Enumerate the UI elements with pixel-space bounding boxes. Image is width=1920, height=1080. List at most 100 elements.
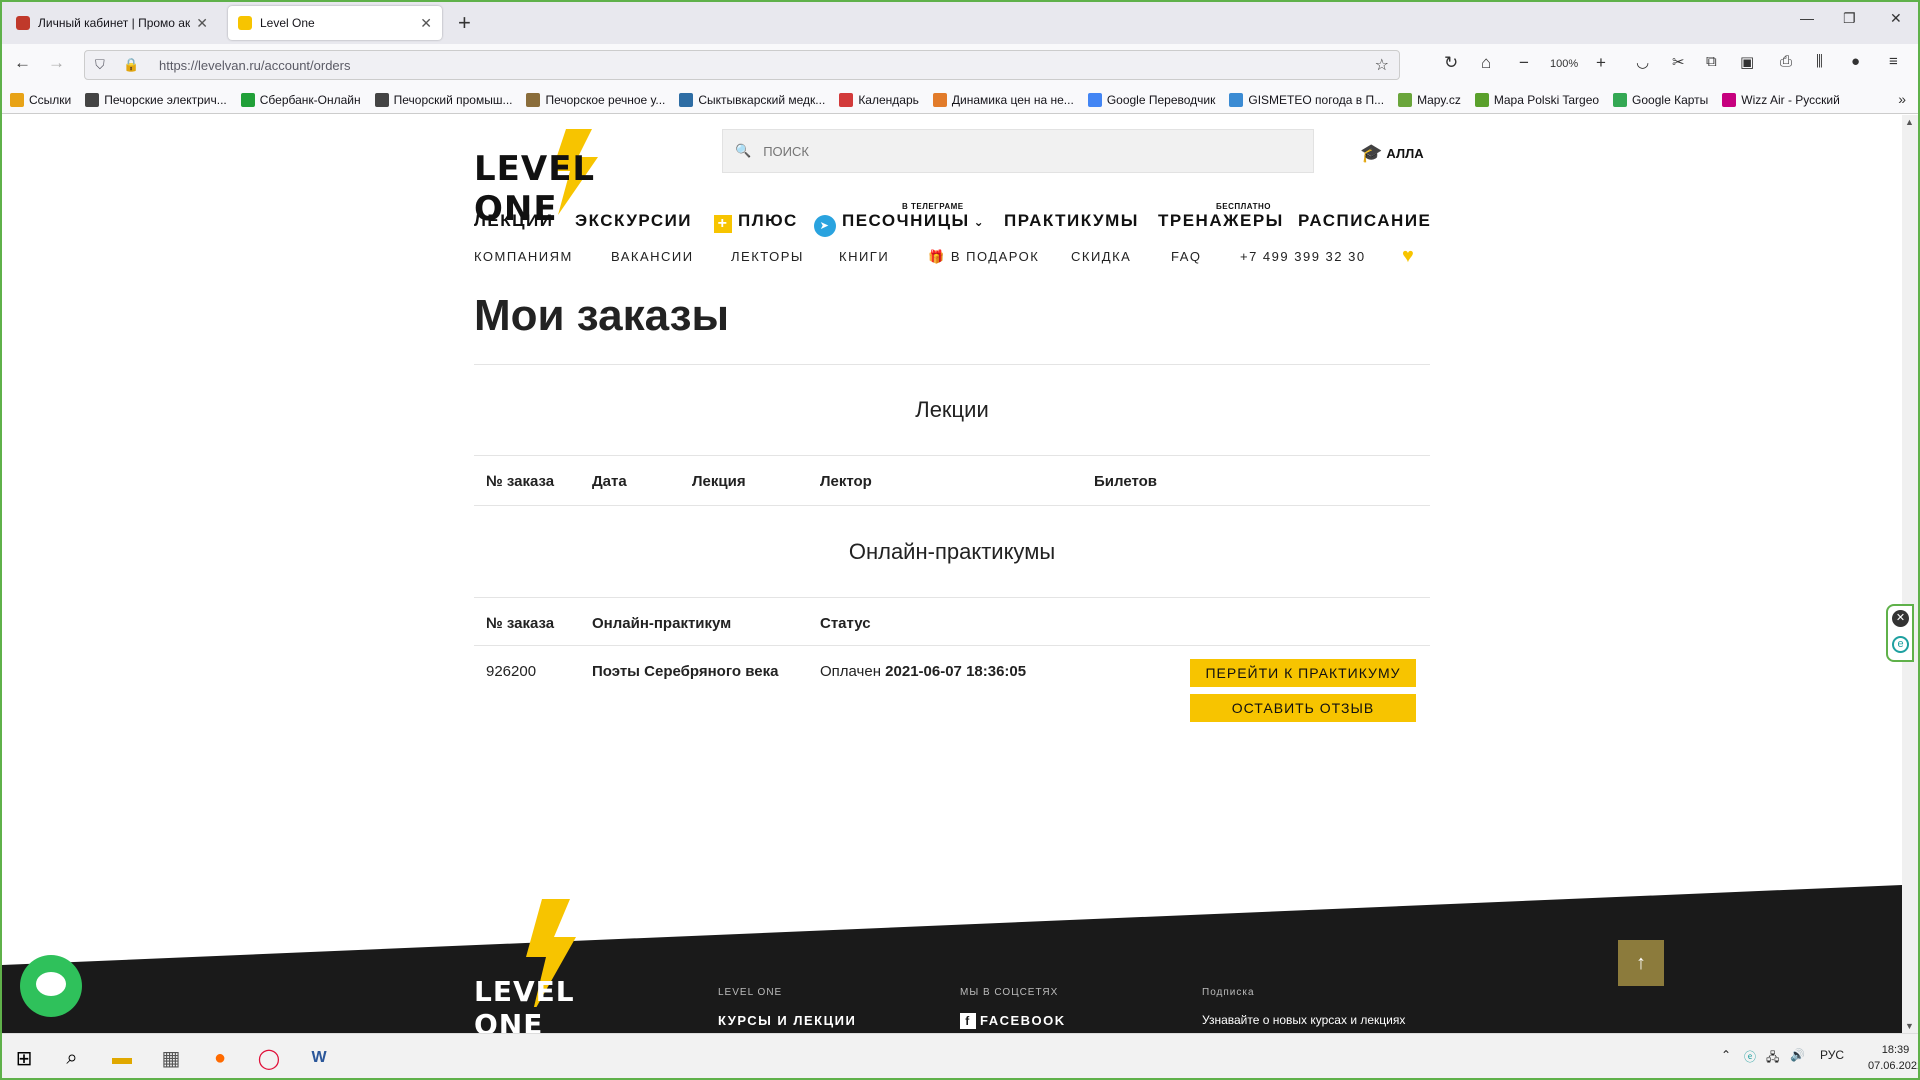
shield-icon[interactable]: ⛉ (95, 57, 113, 73)
subnav-phone[interactable]: +7 499 399 32 30 (1240, 249, 1366, 264)
word-icon[interactable]: W (305, 1044, 333, 1072)
chat-bubble-icon (36, 972, 66, 996)
footer-link-facebook[interactable]: f FACEBOOK (960, 1013, 1066, 1029)
zoom-level[interactable]: 100% (1550, 58, 1578, 70)
bookmark-item[interactable]: Календарь (839, 92, 919, 107)
opera-icon[interactable]: ◯ (255, 1044, 283, 1072)
forward-icon[interactable]: → (48, 53, 65, 73)
scroll-down-icon[interactable]: ▼ (1905, 1021, 1914, 1031)
bookmark-item[interactable]: Google Переводчик (1087, 92, 1215, 107)
subnav-lecturers[interactable]: ЛЕКТОРЫ (731, 249, 804, 264)
bookmark-item[interactable]: Google Карты (1613, 92, 1708, 107)
bookmark-item[interactable]: Печорские электрич... (85, 92, 227, 107)
subnav-discount[interactable]: СКИДКА (1071, 249, 1131, 264)
windows-start-icon[interactable]: ⊞ (10, 1044, 38, 1072)
system-clock[interactable]: 18:39 07.06.2021 (1868, 1042, 1920, 1074)
subnav-gift[interactable]: 🎁 В ПОДАРОК (928, 249, 1039, 265)
close-window-icon[interactable]: ✕ (1890, 10, 1902, 27)
nav-plus[interactable]: + ПЛЮС (714, 211, 798, 233)
bookmarks-overflow-icon[interactable]: » (1898, 91, 1906, 107)
tray-e-icon[interactable]: ⓔ (1744, 1048, 1756, 1065)
extension-e-icon[interactable]: e (1892, 636, 1909, 653)
nav-label: ПЕСОЧНИЦЫ (842, 211, 970, 230)
scroll-up-icon[interactable]: ▲ (1905, 117, 1914, 127)
close-tab-icon[interactable]: ✕ (420, 15, 432, 32)
subnav-companies[interactable]: КОМПАНИЯМ (474, 249, 573, 264)
bookmark-item[interactable]: Mapy.cz (1398, 92, 1461, 107)
url-text[interactable]: https://levelvan.ru/account/orders (159, 58, 351, 73)
search-input[interactable] (763, 143, 1284, 159)
go-to-practicum-button[interactable]: ПЕРЕЙТИ К ПРАКТИКУМУ (1190, 659, 1416, 687)
pocket-icon[interactable]: ◡ (1636, 53, 1649, 71)
minimize-icon[interactable]: — (1800, 10, 1814, 26)
network-icon[interactable]: 🖧 (1766, 1048, 1779, 1069)
firefox-icon[interactable]: ● (206, 1044, 234, 1072)
bookmark-item[interactable]: Динамика цен на не... (932, 92, 1074, 107)
favorites-heart-icon[interactable]: ♥ (1402, 245, 1414, 268)
zoom-in-icon[interactable]: + (1596, 53, 1606, 73)
calculator-icon[interactable]: ▦ (157, 1044, 185, 1072)
footer-col-heading: Подписка (1202, 987, 1255, 998)
lock-icon[interactable]: 🔒 (123, 57, 141, 73)
leave-review-button[interactable]: ОСТАВИТЬ ОТЗЫВ (1190, 694, 1416, 722)
close-widget-icon[interactable]: ✕ (1892, 610, 1909, 627)
new-tab-icon[interactable]: + (458, 10, 471, 36)
nav-sup-label: БЕСПЛАТНО (1216, 202, 1271, 211)
footer-logo[interactable]: LEVELONE (474, 899, 634, 1033)
lectures-section-title: Лекции (915, 397, 989, 422)
folder-icon (10, 92, 24, 107)
site-search[interactable]: 🔍 (722, 129, 1314, 173)
close-tab-icon[interactable]: ✕ (196, 15, 208, 32)
print-icon[interactable]: ⎙ (1780, 53, 1792, 70)
file-explorer-icon[interactable]: ▬ (108, 1044, 136, 1072)
scissors-icon[interactable]: ✂ (1672, 53, 1685, 71)
arrow-up-icon: ↑ (1636, 952, 1646, 974)
nav-lectures[interactable]: ЛЕКЦИИ (474, 211, 554, 231)
copy-icon[interactable]: ⧉ (1706, 53, 1717, 70)
nav-excursions[interactable]: ЭКСКУРСИИ (575, 211, 692, 231)
address-bar[interactable]: ⛉ 🔒 https://levelvan.ru/account/orders ☆ (84, 50, 1400, 80)
bookmark-item[interactable]: Сбербанк-Онлайн (240, 92, 361, 107)
account-icon[interactable]: ● (1851, 53, 1860, 70)
volume-icon[interactable]: 🔊 (1790, 1048, 1805, 1062)
home-icon[interactable]: ⌂ (1481, 53, 1491, 73)
bookmark-item[interactable]: Печорское речное у... (526, 92, 666, 107)
web-page: LEVELONE 🔍 🎓 АЛЛА ЛЕКЦИИ ЭКСКУРСИИ +ПЛЮС… (2, 115, 1902, 1033)
tab-personal-cabinet[interactable]: Личный кабинет | Промо акци ✕ (6, 6, 218, 40)
language-indicator[interactable]: РУС (1820, 1048, 1844, 1062)
nav-schedule[interactable]: РАСПИСАНИЕ (1298, 211, 1431, 231)
vertical-scrollbar[interactable]: ▲ ▼ (1902, 115, 1918, 1033)
practicum-name[interactable]: Поэты Серебряного века (592, 663, 778, 680)
search-icon[interactable]: ⌕ (58, 1044, 86, 1072)
nav-practicums[interactable]: ПРАКТИКУМЫ (1004, 211, 1139, 231)
library-icon[interactable]: ⫼ (1816, 53, 1823, 70)
subnav-vacancies[interactable]: ВАКАНСИИ (611, 249, 694, 264)
nav-sandboxes[interactable]: В ТЕЛЕГРАМЕ ➤ ПЕСОЧНИЦЫ ⌄ (814, 202, 985, 237)
chat-widget-button[interactable] (20, 955, 82, 1017)
bookmark-item[interactable]: Ссылки (10, 92, 71, 107)
bookmark-item[interactable]: GISMETEO погода в П... (1229, 92, 1384, 107)
site-logo[interactable]: LEVELONE (474, 129, 674, 229)
back-icon[interactable]: ← (14, 53, 31, 73)
bookmark-label: Печорское речное у... (545, 92, 666, 107)
restore-icon[interactable]: ❐ (1843, 10, 1856, 27)
tray-overflow-icon[interactable]: ⌃ (1721, 1048, 1731, 1062)
bookmark-item[interactable]: Сыктывкарский медк... (679, 92, 825, 107)
column-header: № заказа (486, 473, 555, 490)
bookmark-star-icon[interactable]: ☆ (1375, 55, 1389, 75)
menu-icon[interactable]: ≡ (1889, 53, 1898, 70)
subnav-books[interactable]: КНИГИ (839, 249, 889, 264)
clipboard-icon[interactable]: ▣ (1740, 53, 1754, 71)
subnav-faq[interactable]: FAQ (1171, 249, 1202, 264)
scroll-to-top-button[interactable]: ↑ (1618, 940, 1664, 986)
footer-link-courses[interactable]: КУРСЫ И ЛЕКЦИИ (718, 1013, 856, 1028)
nav-trainers[interactable]: БЕСПЛАТНО ТРЕНАЖЕРЫ (1158, 202, 1284, 231)
zoom-out-icon[interactable]: − (1519, 53, 1529, 73)
bookmark-item[interactable]: Печорский промыш... (374, 92, 512, 107)
reload-icon[interactable]: ↻ (1444, 53, 1458, 73)
divider (474, 597, 1430, 598)
bookmark-item[interactable]: Mapa Polski Targeo (1474, 92, 1599, 107)
user-account-link[interactable]: 🎓 АЛЛА (1360, 143, 1424, 164)
bookmark-item[interactable]: Wizz Air - Русский (1722, 92, 1840, 107)
tab-level-one[interactable]: Level One ✕ (228, 6, 442, 40)
